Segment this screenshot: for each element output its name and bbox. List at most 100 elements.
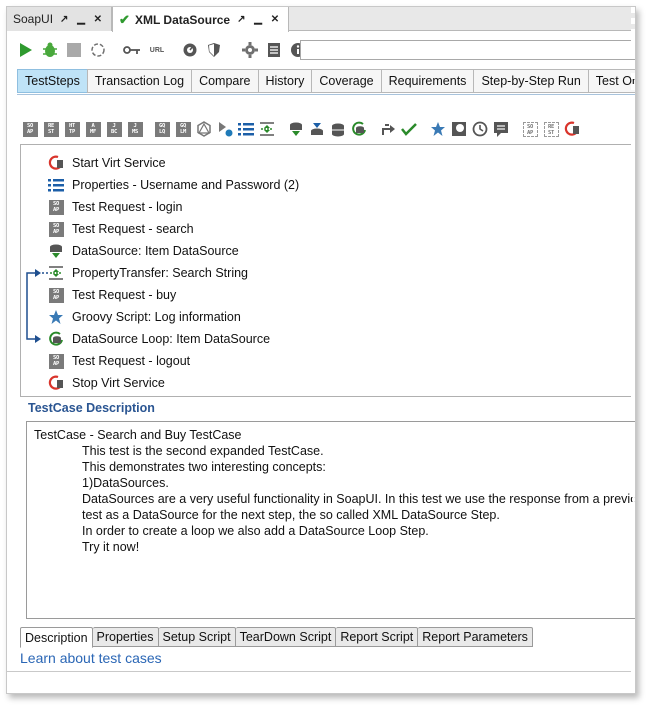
step-toolbar: SO AP RE ST HT TP A MF J BC J MS GQ LQ GQ LM [22, 120, 585, 138]
tab-test-on-demand[interactable]: Test On De [587, 69, 635, 93]
search-input[interactable] [300, 40, 635, 60]
description-line: This test is the second expanded TestCas… [82, 444, 324, 458]
add-manual-step-icon[interactable] [451, 121, 467, 137]
add-mqtt-step-icon[interactable] [217, 121, 233, 137]
options-icon[interactable] [181, 41, 199, 59]
settings-icon[interactable] [241, 41, 259, 59]
tab-controls-icon[interactable]: ↗ ▁ ✕ [60, 14, 105, 25]
step-label: Test Request - search [72, 222, 194, 236]
testcase-editor-window: SoapUI ↗ ▁ ✕ ✔ XML DataSource ↗ ▁ ✕ URL [6, 6, 636, 694]
tab-report-parameters[interactable]: Report Parameters [418, 627, 533, 647]
soap-request-icon: SO AP [48, 287, 64, 303]
add-http-step-icon[interactable]: HT TP [64, 121, 80, 137]
list-item[interactable]: Stop Virt Service [48, 372, 165, 394]
description-line: In order to create a loop we also add a … [82, 524, 429, 538]
tab-history[interactable]: History [257, 69, 312, 93]
add-property-transfer-icon[interactable] [259, 121, 275, 137]
stop-virt-icon [48, 375, 64, 391]
list-item[interactable]: SO AP Test Request - logout [48, 350, 190, 372]
list-item[interactable]: SO AP Test Request - buy [48, 284, 176, 306]
add-groovy-script-icon[interactable] [430, 121, 446, 137]
add-graphql-mutation-step-icon[interactable]: GQ LM [175, 121, 191, 137]
add-jms-step-icon[interactable]: J MS [127, 121, 143, 137]
tab-xml-datasource[interactable]: ✔ XML DataSource ↗ ▁ ✕ [112, 7, 290, 32]
tab-properties[interactable]: Properties [92, 627, 159, 647]
list-item[interactable]: Properties - Username and Password (2) [48, 174, 299, 196]
add-datagen-icon[interactable] [330, 121, 346, 137]
tab-teardown-script[interactable]: TearDown Script [235, 627, 337, 647]
add-start-virt-icon[interactable] [564, 121, 580, 137]
tab-teststeps[interactable]: TestSteps [17, 69, 87, 93]
description-line: Try it now! [82, 540, 140, 554]
tab-soapui-label: SoapUI [13, 12, 54, 26]
add-rest-step-icon[interactable]: RE ST [43, 121, 59, 137]
soap-request-icon: SO AP [48, 199, 64, 215]
add-soap-step-icon[interactable]: SO AP [22, 121, 38, 137]
tab-transaction-log[interactable]: Transaction Log [86, 69, 192, 93]
step-label: DataSource: Item DataSource [72, 244, 239, 258]
step-label: PropertyTransfer: Search String [72, 266, 248, 280]
step-label: Test Request - logout [72, 354, 191, 368]
tab-xml-datasource-label: XML DataSource [134, 12, 231, 27]
view-tab-bar: TestSteps Transaction Log Compare Histor… [17, 69, 635, 95]
add-datasource-icon[interactable] [288, 121, 304, 137]
security-test-icon[interactable] [41, 41, 59, 59]
soap-request-icon: SO AP [48, 353, 64, 369]
add-datasource-loop-icon[interactable] [351, 121, 367, 137]
tab-step-by-step-run[interactable]: Step-by-Step Run [473, 69, 588, 93]
list-icon[interactable] [265, 41, 283, 59]
description-title: TestCase Description [28, 401, 155, 415]
list-item[interactable]: DataSource Loop: Item DataSource [48, 328, 270, 350]
step-label: Test Request - login [72, 200, 183, 214]
add-amf-step-icon[interactable]: A MF [85, 121, 101, 137]
loop-icon[interactable] [89, 41, 107, 59]
run-icon[interactable] [17, 41, 35, 59]
properties-icon [48, 177, 64, 193]
add-delay-icon[interactable] [472, 121, 488, 137]
list-item[interactable]: Start Virt Service [48, 152, 166, 174]
list-item[interactable]: SO AP Test Request - login [48, 196, 182, 218]
list-item[interactable]: SO AP Test Request - search [48, 218, 194, 240]
description-textarea[interactable]: TestCase - Search and Buy TestCase This … [26, 421, 635, 619]
step-label: DataSource Loop: Item DataSource [72, 332, 271, 346]
list-item[interactable]: DataSource: Item DataSource [48, 240, 239, 262]
step-label: Properties - Username and Password (2) [72, 178, 300, 192]
tab-soapui[interactable]: SoapUI ↗ ▁ ✕ [7, 7, 113, 31]
add-conditional-goto-icon[interactable] [380, 121, 396, 137]
description-line: TestCase - Search and Buy TestCase [34, 428, 242, 442]
tab-report-script[interactable]: Report Script [336, 627, 419, 647]
stop-icon[interactable] [65, 41, 83, 59]
divider [7, 671, 635, 672]
learn-about-test-cases-link[interactable]: Learn about test cases [20, 650, 162, 666]
tab-requirements[interactable]: Requirements [380, 69, 474, 93]
step-label: Test Request - buy [72, 288, 177, 302]
tab-setup-script[interactable]: Setup Script [158, 627, 236, 647]
add-graphql-subscription-icon[interactable] [196, 121, 212, 137]
tab-controls-icon[interactable]: ↗ ▁ ✕ [237, 14, 282, 25]
add-soap-mock-icon[interactable]: SO AP [522, 121, 538, 137]
tab-coverage[interactable]: Coverage [311, 69, 381, 93]
list-item[interactable]: PropertyTransfer: Search String [48, 262, 248, 284]
step-label: Groovy Script: Log information [72, 310, 241, 324]
add-assertion-step-icon[interactable] [401, 121, 417, 137]
tab-description[interactable]: Description [20, 627, 93, 648]
add-comment-icon[interactable] [493, 121, 509, 137]
security-icon[interactable] [205, 41, 223, 59]
add-jdbc-step-icon[interactable]: J BC [106, 121, 122, 137]
auth-icon[interactable] [123, 41, 141, 59]
add-rest-mock-icon[interactable]: RE ST [543, 121, 559, 137]
step-label: Start Virt Service [72, 156, 166, 170]
property-transfer-icon [48, 265, 64, 281]
url-icon[interactable]: URL [147, 41, 167, 59]
bottom-tab-bar: Description Properties Setup Script Tear… [20, 627, 533, 648]
datasource-loop-icon [48, 331, 64, 347]
step-label: Stop Virt Service [72, 376, 165, 390]
editor-tab-bar: SoapUI ↗ ▁ ✕ ✔ XML DataSource ↗ ▁ ✕ [7, 7, 635, 32]
add-datasink-icon[interactable] [309, 121, 325, 137]
loop-connector-icon [26, 269, 48, 343]
add-properties-step-icon[interactable] [238, 121, 254, 137]
list-item[interactable]: Groovy Script: Log information [48, 306, 241, 328]
tab-compare[interactable]: Compare [191, 69, 258, 93]
add-graphql-query-step-icon[interactable]: GQ LQ [154, 121, 170, 137]
soap-request-icon: SO AP [48, 221, 64, 237]
